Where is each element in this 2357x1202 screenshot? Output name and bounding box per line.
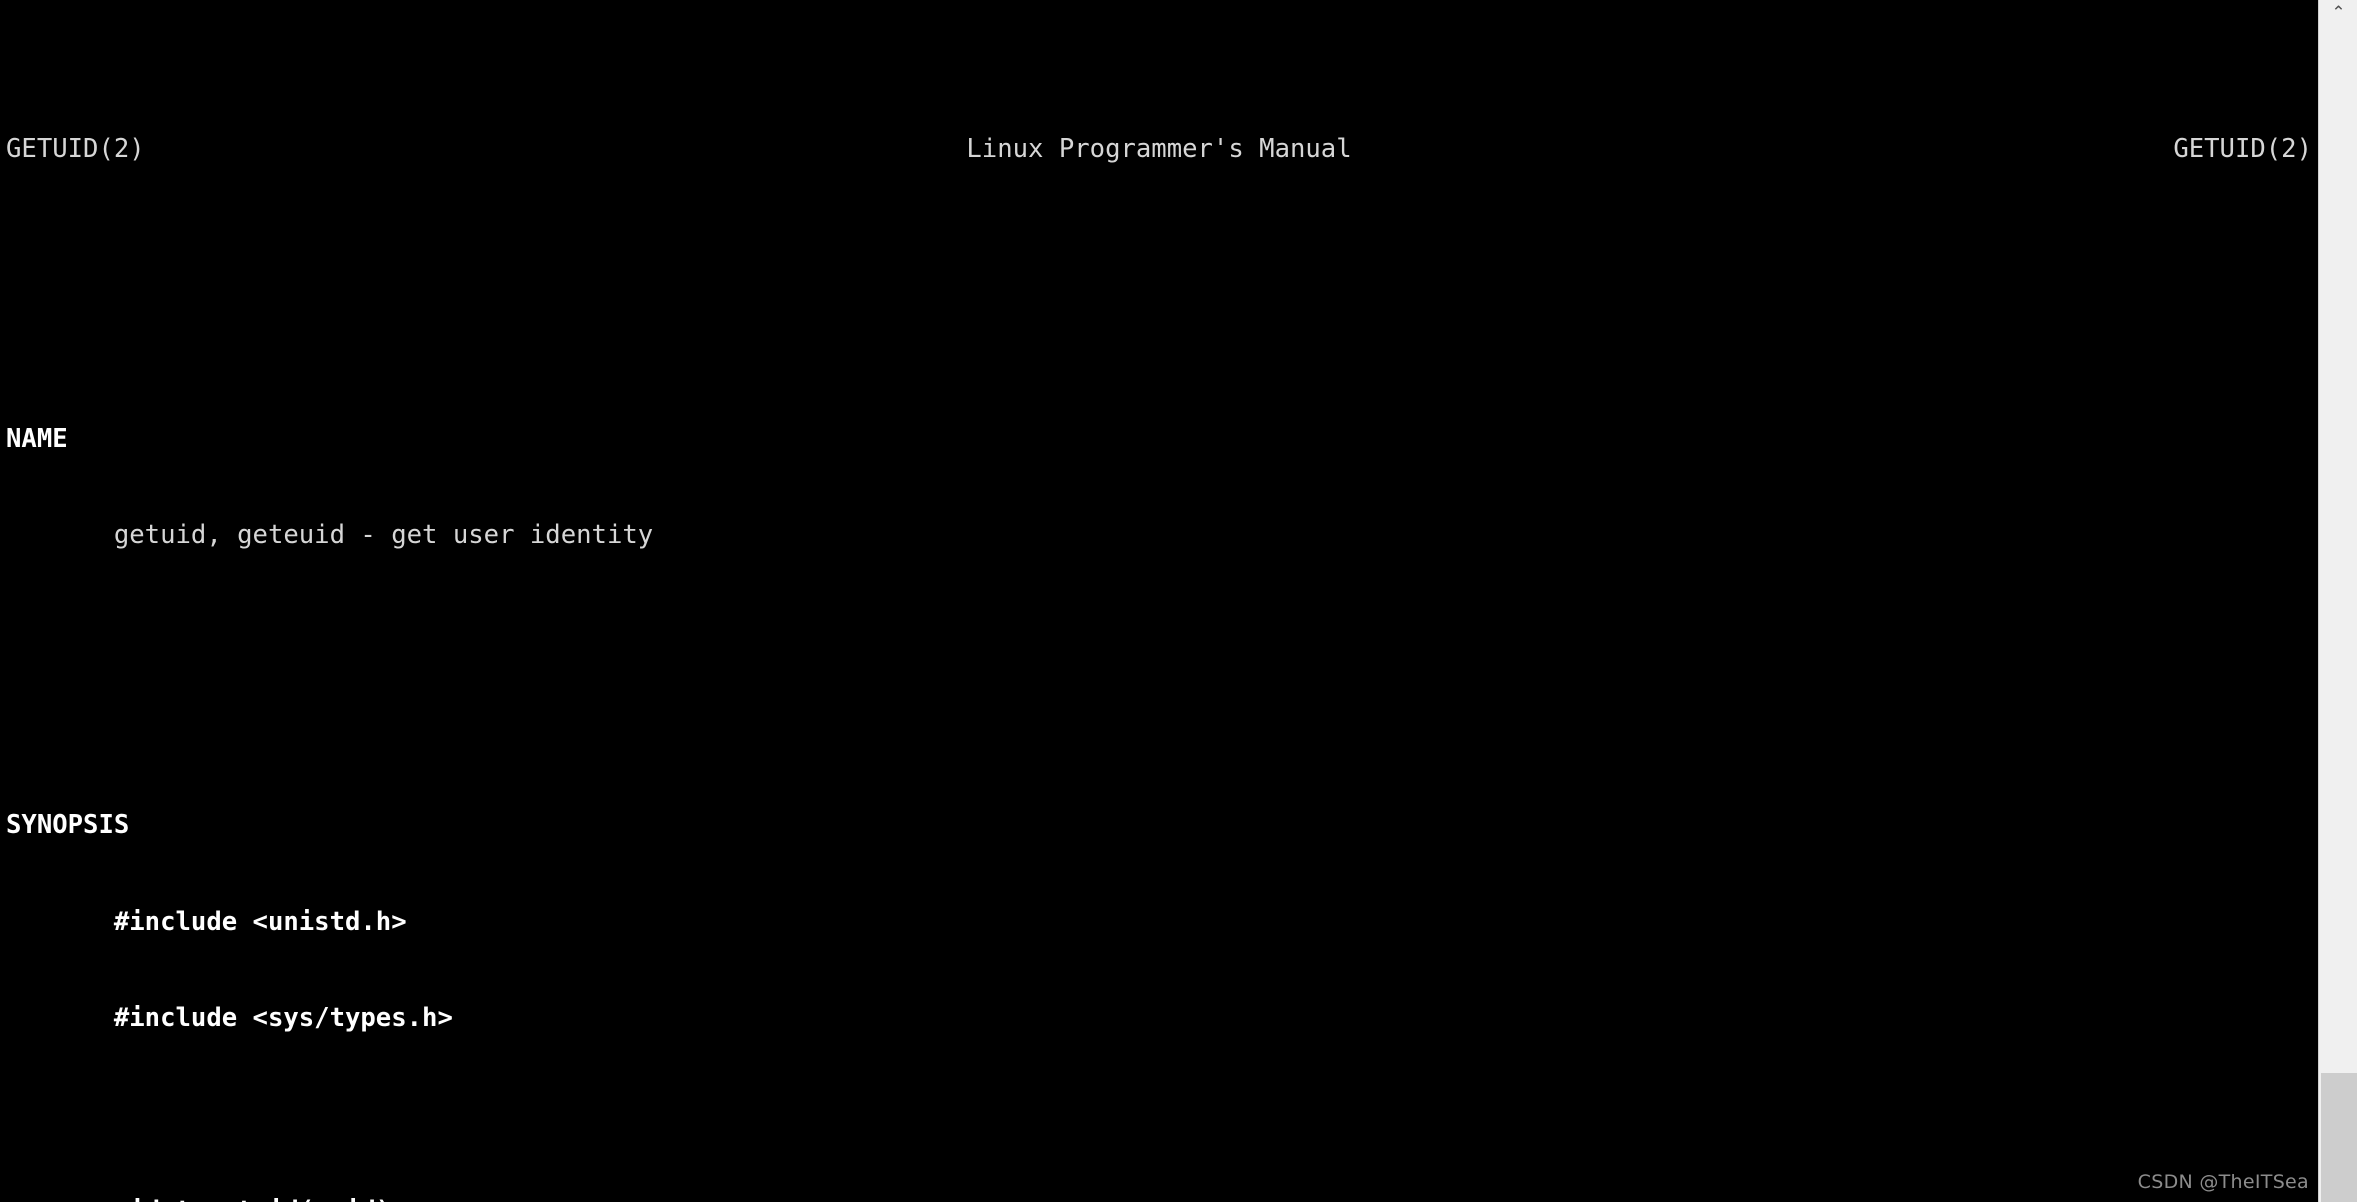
scrollbar-thumb[interactable] — [2321, 1073, 2357, 1202]
synopsis-include-types: #include <sys/types.h> — [6, 1003, 453, 1034]
synopsis-include-unistd: #include <unistd.h> — [6, 906, 407, 937]
synopsis-prototype-getuid: uid_t getuid(void); — [0, 1195, 2318, 1202]
scroll-up-arrow-icon[interactable]: ⌃ — [2319, 0, 2357, 26]
man-header-line: GETUID(2) Linux Programmer's Manual GETU… — [0, 133, 2318, 165]
man-header-left: GETUID(2) — [6, 133, 145, 164]
name-body: getuid, geteuid - get user identity — [6, 520, 654, 551]
man-page-content: GETUID(2) Linux Programmer's Manual GETU… — [0, 0, 2318, 1202]
section-heading-synopsis: SYNOPSIS — [6, 810, 130, 840]
section-heading-name: NAME — [6, 423, 68, 454]
man-header-right: GETUID(2) — [2173, 133, 2312, 164]
man-header-center: Linux Programmer's Manual — [966, 133, 1352, 164]
csdn-watermark: CSDN @TheITSea — [2137, 1170, 2309, 1193]
terminal-window: GETUID(2) Linux Programmer's Manual GETU… — [0, 0, 2357, 1202]
vertical-scrollbar[interactable]: ⌃ — [2318, 0, 2357, 1202]
